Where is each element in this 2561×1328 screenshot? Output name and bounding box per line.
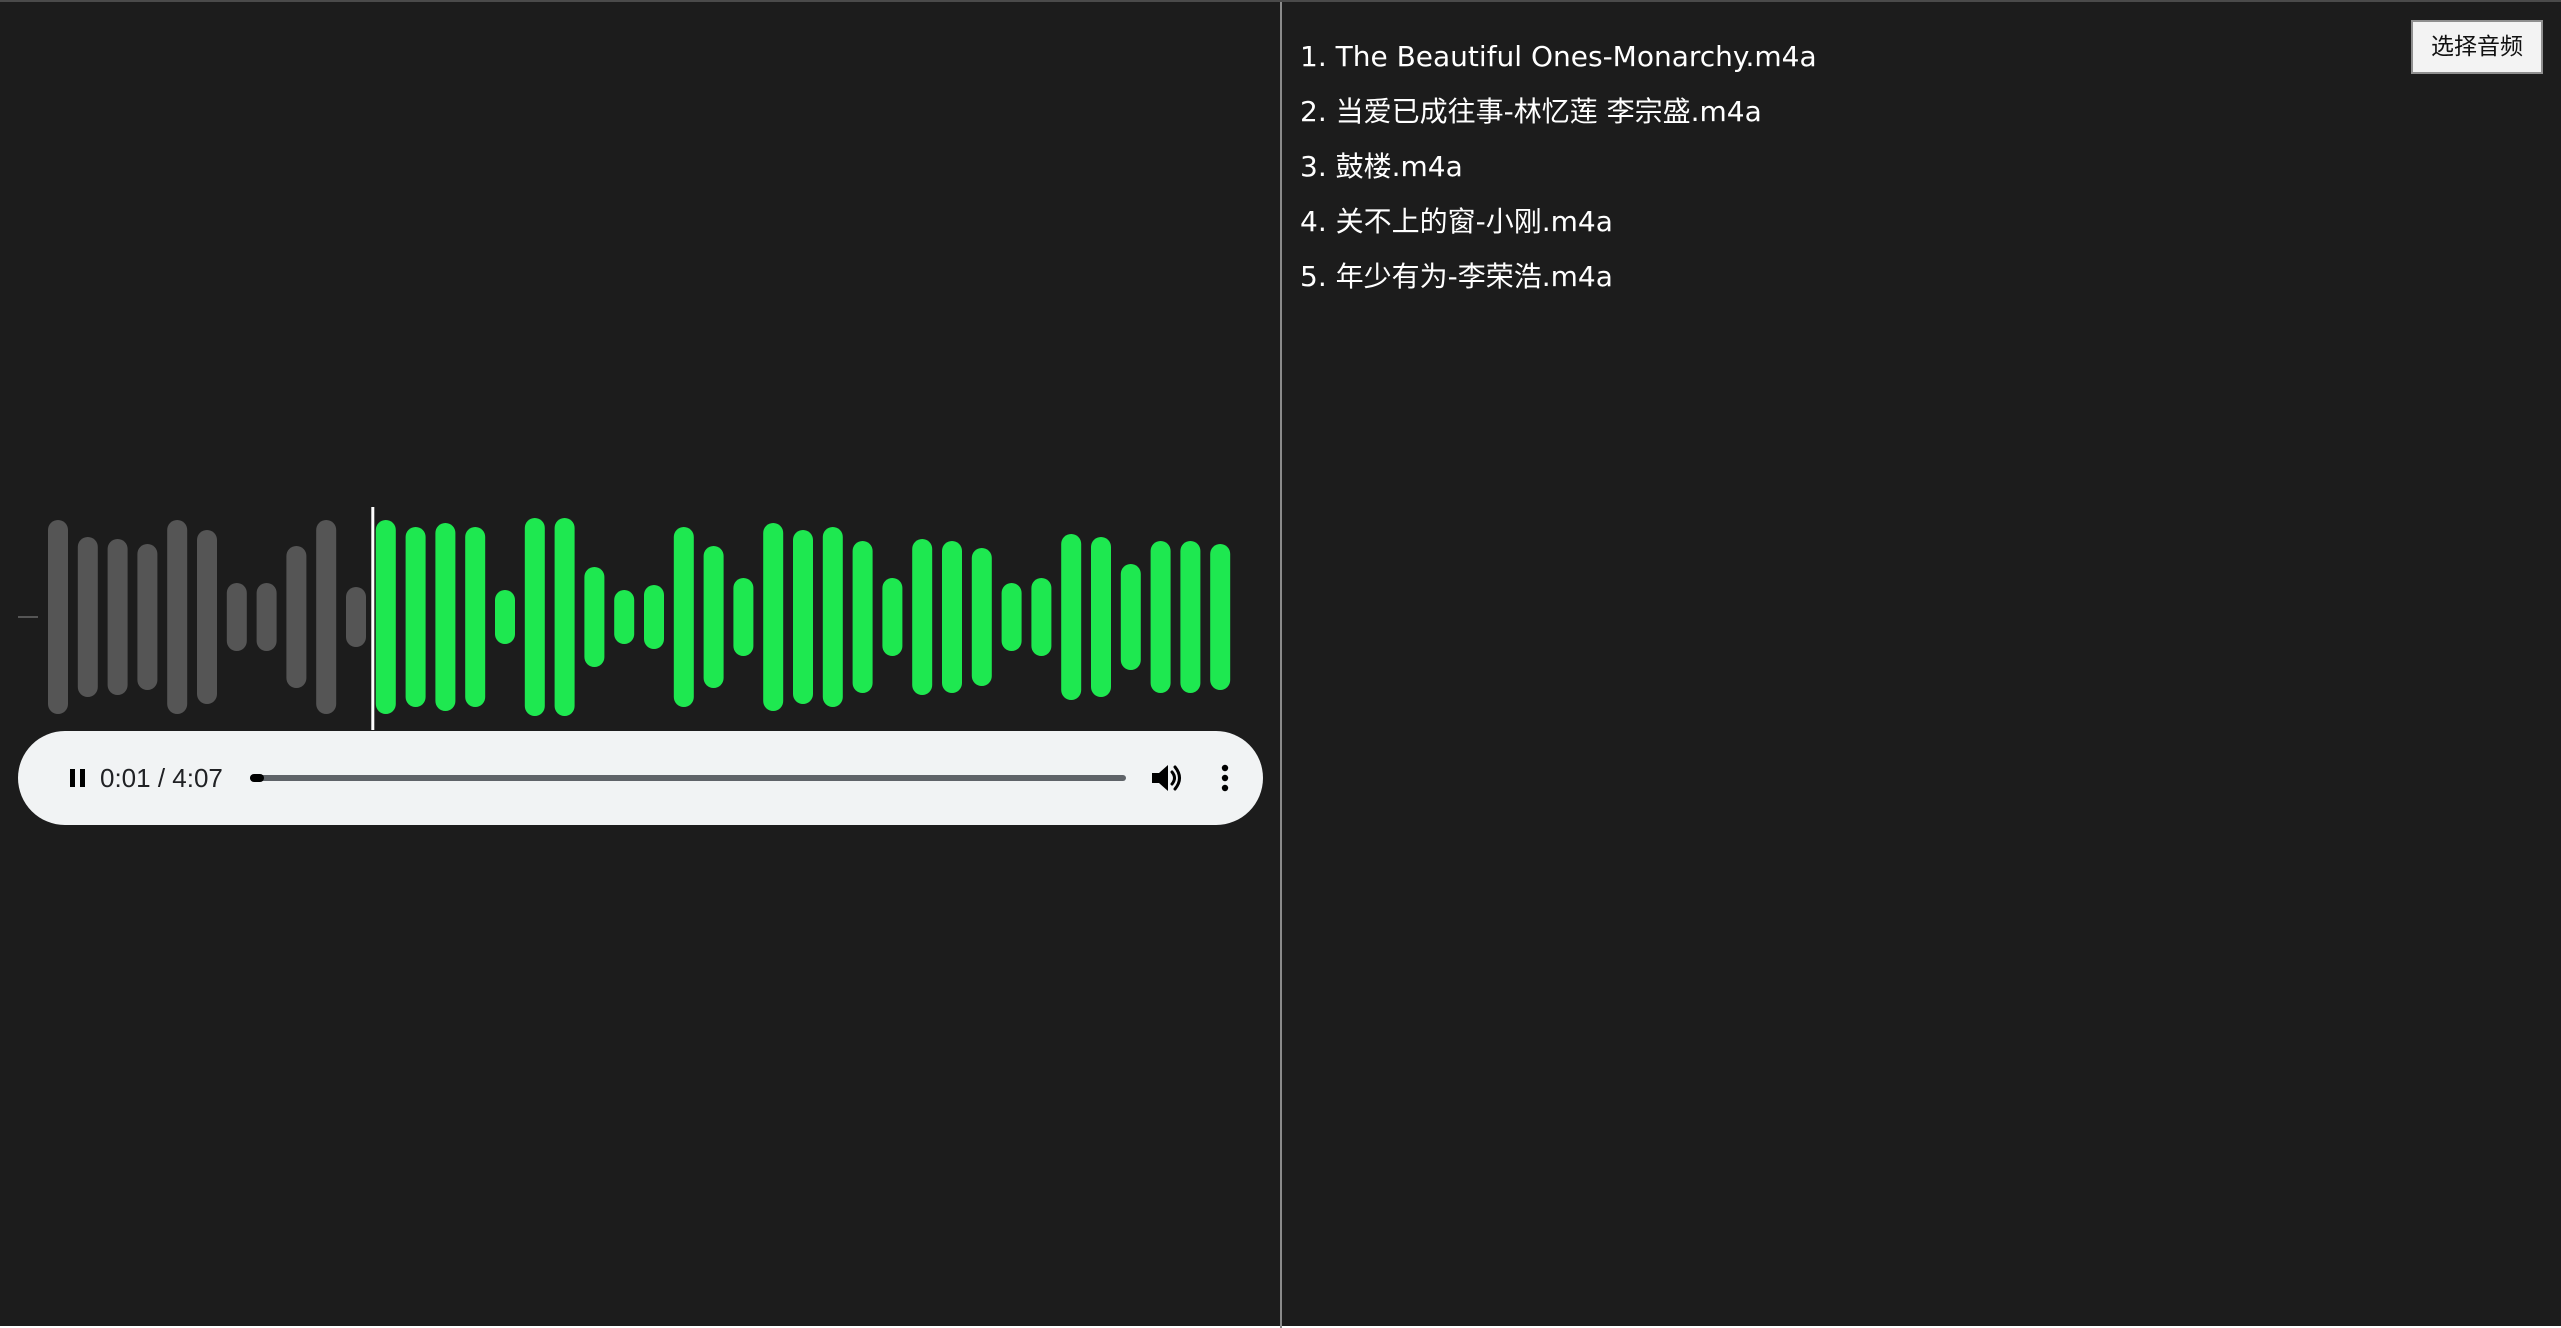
waveform-bar [1210, 544, 1231, 690]
waveform-bar-played [137, 544, 158, 690]
playlist-item[interactable]: 1. The Beautiful Ones-Monarchy.m4a [1300, 32, 1817, 87]
waveform-bar [852, 541, 873, 693]
pause-icon [70, 769, 85, 787]
waveform-bar-played [256, 583, 277, 651]
waveform-bar [733, 578, 754, 656]
playlist-item[interactable]: 4. 关不上的窗-小刚.m4a [1300, 197, 1817, 252]
waveform-bar [1001, 583, 1022, 651]
waveform-bar [1120, 564, 1141, 670]
choose-audio-button[interactable]: 选择音频 [2411, 20, 2543, 74]
waveform-bar-played [316, 520, 337, 714]
waveform-bar [644, 585, 664, 649]
waveform-bar [1150, 541, 1171, 693]
waveform-bar [673, 527, 694, 707]
volume-button[interactable] [1146, 758, 1186, 798]
waveform-bar [822, 527, 843, 707]
audio-player: 0:01 / 4:07 [18, 731, 1263, 825]
waveform-bar-played [77, 537, 98, 697]
playlist: 1. The Beautiful Ones-Monarchy.m4a 2. 当爱… [1300, 32, 1817, 307]
seek-bar-fill [250, 774, 264, 782]
play-pause-button[interactable] [62, 762, 94, 794]
waveform-bar [1031, 578, 1052, 656]
waveform-bar [1091, 537, 1111, 697]
waveform-bar-played [226, 583, 247, 651]
waveform-bar [1180, 541, 1201, 693]
waveform-bar-played [197, 530, 217, 704]
waveform-bar [405, 527, 426, 707]
waveform-bar-played [167, 520, 188, 714]
waveform-bar [912, 539, 933, 695]
waveform-bar [614, 590, 635, 644]
app-window: 0:01 / 4:07 选择音频 1. The Beautiful Ones-M… [0, 0, 2561, 1328]
waveform-bar [763, 523, 784, 711]
playlist-item[interactable]: 3. 鼓楼.m4a [1300, 142, 1817, 197]
seek-bar[interactable] [250, 774, 1126, 782]
waveform-bar [882, 578, 903, 656]
waveform-bar-played [48, 520, 68, 714]
playlist-panel: 选择音频 1. The Beautiful Ones-Monarchy.m4a … [1282, 2, 2561, 1328]
waveform-bar-played [286, 546, 307, 688]
waveform-bar [584, 567, 605, 667]
waveform-bar [375, 520, 396, 714]
more-options-icon [1221, 764, 1229, 792]
waveform-bar [703, 546, 724, 688]
waveform-bar [971, 548, 992, 686]
volume-icon [1152, 765, 1181, 791]
more-options-button[interactable] [1210, 758, 1240, 798]
playlist-item[interactable]: 5. 年少有为-李荣浩.m4a [1300, 252, 1817, 307]
waveform-bar [1061, 534, 1082, 700]
waveform-bar-played [107, 539, 128, 695]
waveform-visualizer[interactable] [0, 502, 1280, 742]
waveform-bar [465, 527, 486, 707]
waveform-bar [554, 518, 575, 716]
waveform-bar-played [346, 587, 366, 647]
playlist-item[interactable]: 2. 当爱已成往事-林忆莲 李宗盛.m4a [1300, 87, 1817, 142]
time-display: 0:01 / 4:07 [100, 763, 223, 793]
waveform-bar [495, 590, 515, 644]
waveform-bar [435, 523, 456, 711]
waveform-bar [524, 518, 545, 716]
player-panel: 0:01 / 4:07 [0, 2, 1280, 1328]
waveform-bar [942, 541, 962, 693]
waveform-svg[interactable] [0, 502, 1280, 742]
waveform-bar [793, 530, 813, 704]
